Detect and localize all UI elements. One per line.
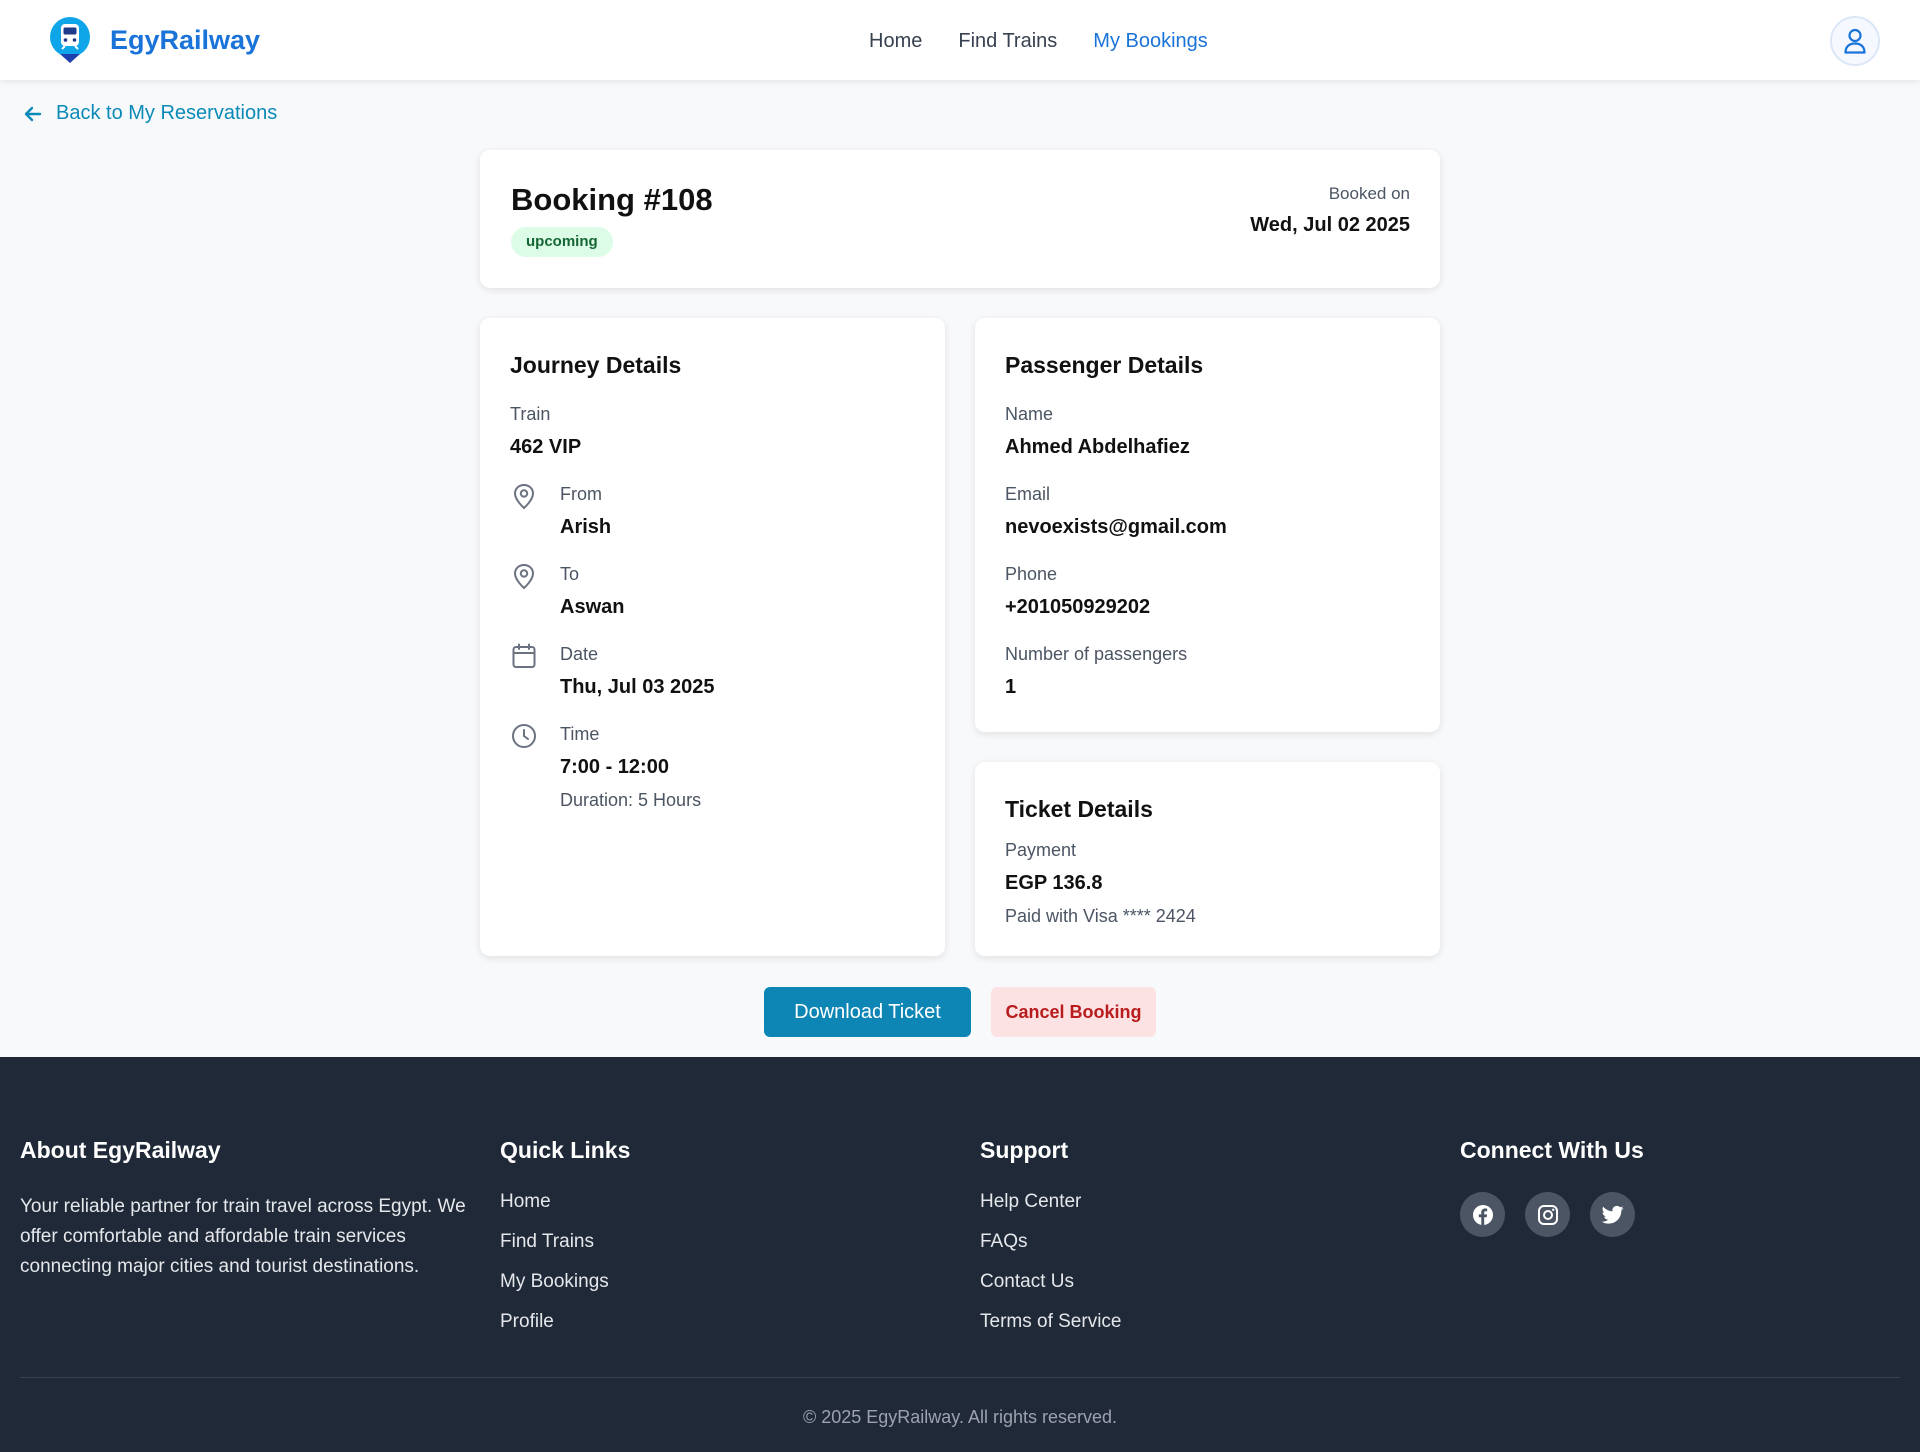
twitter-icon [1601, 1205, 1624, 1224]
journey-details-title: Journey Details [510, 352, 682, 378]
to-label: To [560, 564, 580, 584]
footer-connect: Connect With Us [1460, 1137, 1655, 1237]
user-icon [1844, 28, 1866, 54]
footer-link-home[interactable]: Home [500, 1192, 630, 1212]
date-value: Thu, Jul 03 2025 [560, 676, 715, 698]
booked-on-label: Booked on [1328, 184, 1410, 203]
footer-support-title: Support [980, 1137, 1069, 1163]
footer-link-contact-us[interactable]: Contact Us [980, 1272, 1121, 1292]
train-label: Train [510, 404, 551, 424]
footer-about-text: Your reliable partner for train travel a… [20, 1196, 466, 1277]
footer-about: About EgyRailway Your reliable partner f… [20, 1137, 470, 1282]
time-value: 7:00 - 12:00 [560, 756, 669, 778]
email-label: Email [1005, 484, 1051, 504]
top-navbar: EgyRailway Home Find Trains My Bookings [0, 0, 1920, 80]
footer-divider [20, 1377, 1900, 1378]
phone-value: +201050929202 [1005, 596, 1151, 618]
download-ticket-button[interactable]: Download Ticket [764, 987, 971, 1037]
phone-label: Phone [1005, 564, 1058, 584]
booked-on-date: Wed, Jul 02 2025 [1250, 214, 1410, 236]
footer-link-profile[interactable]: Profile [500, 1312, 630, 1332]
time-label: Time [560, 724, 600, 744]
from-label: From [560, 484, 602, 504]
passenger-details-card: Passenger Details Name Ahmed Abdelhafiez… [975, 318, 1440, 732]
facebook-link[interactable] [1460, 1192, 1505, 1237]
payment-value: EGP 136.8 [1005, 872, 1103, 894]
booking-summary-card: Booking #108 upcoming Booked on Wed, Jul… [480, 150, 1440, 288]
passenger-count-value: 1 [1005, 676, 1017, 698]
instagram-link[interactable] [1525, 1192, 1570, 1237]
footer-link-my-bookings[interactable]: My Bookings [500, 1272, 630, 1292]
ticket-details-title: Ticket Details [1005, 796, 1153, 822]
user-menu-button[interactable] [1830, 16, 1880, 66]
footer: About EgyRailway Your reliable partner f… [0, 1057, 1920, 1452]
duration-text: Duration: 5 Hours [560, 790, 702, 810]
map-pin-icon [513, 563, 535, 590]
passenger-count-label: Number of passengers [1005, 644, 1188, 664]
footer-about-title: About EgyRailway [20, 1137, 221, 1163]
cancel-booking-button[interactable]: Cancel Booking [991, 987, 1156, 1037]
footer-support: Support Help Center FAQs Contact Us Term… [980, 1137, 1121, 1352]
main-nav: Home Find Trains My Bookings [869, 26, 1244, 56]
facebook-icon [1472, 1204, 1493, 1225]
nav-find-trains[interactable]: Find Trains [958, 26, 1057, 56]
payment-method: Paid with Visa **** 2424 [1005, 906, 1196, 926]
footer-connect-title: Connect With Us [1460, 1137, 1644, 1163]
journey-details-card: Journey Details Train 462 VIP From Arish… [480, 318, 945, 956]
back-link-label: Back to My Reservations [56, 102, 278, 124]
instagram-icon [1537, 1204, 1558, 1225]
back-to-reservations-link[interactable]: Back to My Reservations [24, 102, 277, 125]
payment-label: Payment [1005, 840, 1077, 860]
map-pin-icon [513, 483, 535, 510]
status-badge: upcoming [511, 227, 613, 257]
to-value: Aswan [560, 596, 625, 618]
nav-home[interactable]: Home [869, 26, 922, 56]
brand-name: EgyRailway [110, 24, 261, 55]
social-links [1460, 1192, 1655, 1237]
calendar-icon [512, 643, 536, 668]
train-value: 462 VIP [510, 436, 582, 458]
from-value: Arish [560, 516, 612, 538]
passenger-details-title: Passenger Details [1005, 352, 1204, 378]
twitter-link[interactable] [1590, 1192, 1635, 1237]
email-value: nevoexists@gmail.com [1005, 516, 1227, 538]
date-label: Date [560, 644, 599, 664]
footer-link-help-center[interactable]: Help Center [980, 1192, 1121, 1212]
footer-link-find-trains[interactable]: Find Trains [500, 1232, 630, 1252]
train-logo-icon [50, 17, 90, 63]
footer-quick-links: Quick Links Home Find Trains My Bookings… [500, 1137, 630, 1352]
footer-link-faqs[interactable]: FAQs [980, 1232, 1121, 1252]
ticket-details-card: Ticket Details Payment EGP 136.8 Paid wi… [975, 762, 1440, 956]
booking-title: Booking #108 [511, 182, 713, 217]
clock-icon [512, 724, 536, 748]
arrow-left-icon [24, 106, 42, 121]
footer-link-terms[interactable]: Terms of Service [980, 1312, 1121, 1332]
name-value: Ahmed Abdelhafiez [1005, 436, 1190, 458]
nav-my-bookings[interactable]: My Bookings [1093, 26, 1208, 56]
name-label: Name [1005, 404, 1054, 424]
brand[interactable]: EgyRailway [48, 16, 260, 64]
footer-quick-links-title: Quick Links [500, 1137, 631, 1163]
copyright-text: © 2025 EgyRailway. All rights reserved. [802, 1407, 1118, 1427]
